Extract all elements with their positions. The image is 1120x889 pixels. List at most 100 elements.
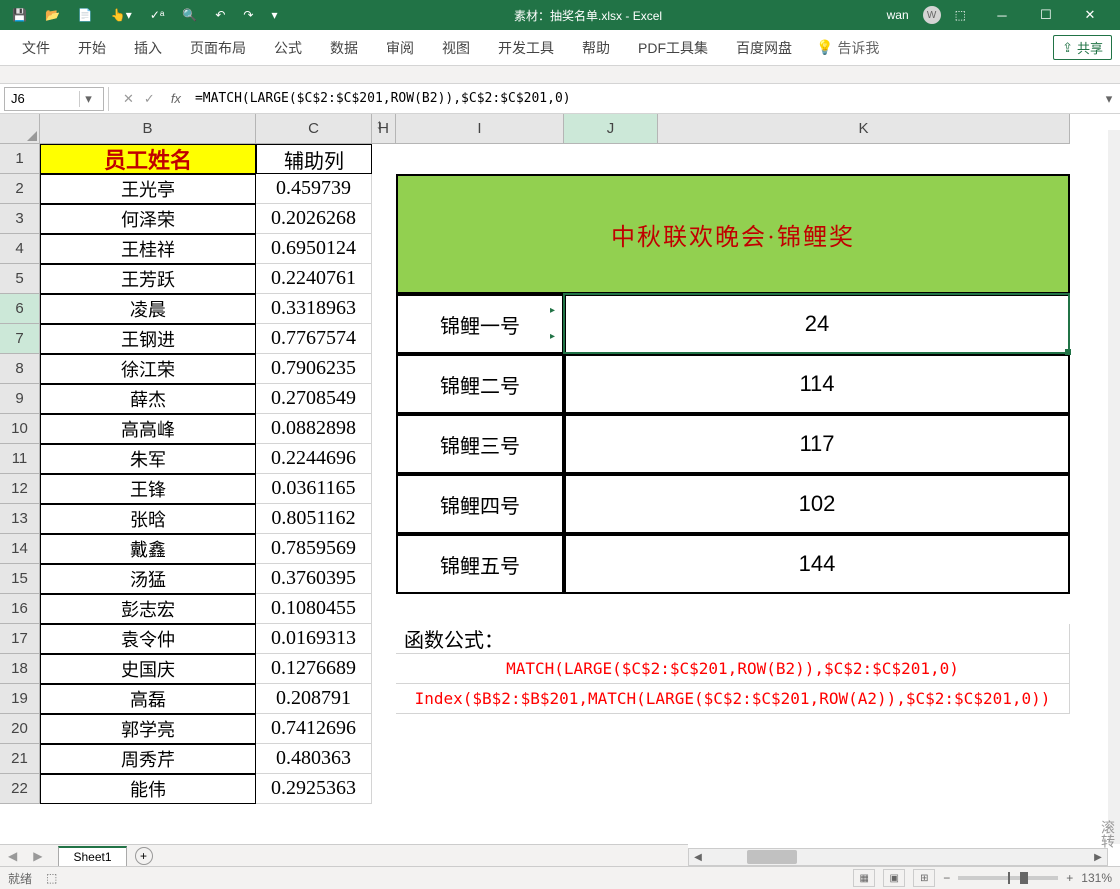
zoom-out-icon[interactable]: − [943,871,950,885]
header-employee-name[interactable]: 员工姓名 [40,144,256,174]
tab-view[interactable]: 视图 [428,30,484,65]
spreadsheet-grid[interactable]: BCHIJK 123456789101112131415161718192021… [0,114,1120,818]
cell-b6[interactable]: 凌晨 [40,294,256,324]
tab-data[interactable]: 数据 [316,30,372,65]
tab-insert[interactable]: 插入 [120,30,176,65]
tab-nav-next-icon[interactable]: ▶ [25,849,50,863]
prize-value-1[interactable]: 24 [564,294,1070,354]
minimize-button[interactable]: ─ [980,0,1024,30]
tab-developer[interactable]: 开发工具 [484,30,568,65]
cell-b13[interactable]: 张晗 [40,504,256,534]
zoom-in-icon[interactable]: + [1066,871,1073,885]
name-box[interactable]: J6 ▾ [4,87,104,111]
row-header-11[interactable]: 11 [0,444,40,474]
tab-home[interactable]: 开始 [64,30,120,65]
row-header-8[interactable]: 8 [0,354,40,384]
row-header-2[interactable]: 2 [0,174,40,204]
cell-c3[interactable]: 0.2026268 [256,204,372,234]
cell-c14[interactable]: 0.7859569 [256,534,372,564]
row-header-12[interactable]: 12 [0,474,40,504]
cell-b12[interactable]: 王锋 [40,474,256,504]
prize-label-5[interactable]: 锦鲤五号 [396,534,564,594]
row-header-21[interactable]: 21 [0,744,40,774]
col-header-C[interactable]: C [256,114,372,144]
spell-icon[interactable]: ✓ᵃ [150,8,165,22]
header-aux-column[interactable]: 辅助列 [256,144,372,174]
cell-b4[interactable]: 王桂祥 [40,234,256,264]
tab-page-layout[interactable]: 页面布局 [176,30,260,65]
tab-review[interactable]: 审阅 [372,30,428,65]
undo-icon[interactable]: ↶ [215,8,225,22]
col-header-K[interactable]: K [658,114,1070,144]
select-all-corner[interactable] [0,114,40,144]
row-header-22[interactable]: 22 [0,774,40,804]
cell-c6[interactable]: 0.3318963 [256,294,372,324]
cell-b2[interactable]: 王光亭 [40,174,256,204]
page-layout-view-icon[interactable]: ▣ [883,869,905,887]
cancel-formula-icon[interactable]: ✕ [123,91,134,107]
vertical-scrollbar[interactable] [1108,130,1120,844]
cell-b21[interactable]: 周秀芹 [40,744,256,774]
new-sheet-button[interactable]: + [135,847,153,865]
cell-b3[interactable]: 何泽荣 [40,204,256,234]
user-name[interactable]: wan [887,8,909,22]
new-icon[interactable]: 📄 [78,8,93,22]
row-header-15[interactable]: 15 [0,564,40,594]
row-header-4[interactable]: 4 [0,234,40,264]
row-header-7[interactable]: 7 [0,324,40,354]
cell-c15[interactable]: 0.3760395 [256,564,372,594]
scroll-thumb[interactable] [747,850,797,864]
col-header-B[interactable]: B [40,114,256,144]
cell-b17[interactable]: 袁令仲 [40,624,256,654]
cell-c18[interactable]: 0.1276689 [256,654,372,684]
prize-label-4[interactable]: 锦鲤四号 [396,474,564,534]
row-header-3[interactable]: 3 [0,204,40,234]
row-header-13[interactable]: 13 [0,504,40,534]
cell-c13[interactable]: 0.8051162 [256,504,372,534]
name-box-dropdown-icon[interactable]: ▾ [79,91,97,107]
scroll-right-icon[interactable]: ▶ [1089,852,1107,863]
formula-line-1[interactable]: MATCH(LARGE($C$2:$C$201,ROW(B2)),$C$2:$C… [396,654,1070,684]
save-icon[interactable]: 💾 [12,8,27,22]
tell-me[interactable]: 💡 告诉我 [806,38,889,58]
formula-section-header[interactable]: 函数公式： [396,624,1070,654]
cell-c22[interactable]: 0.2925363 [256,774,372,804]
row-header-9[interactable]: 9 [0,384,40,414]
redo-icon[interactable]: ↷ [243,8,253,22]
formula-expand-icon[interactable]: ▾ [1098,91,1120,107]
share-button[interactable]: ⇪ 共享 [1053,35,1112,60]
row-header-20[interactable]: 20 [0,714,40,744]
zoom-slider[interactable] [958,876,1058,880]
open-icon[interactable]: 📂 [45,8,60,22]
tab-file[interactable]: 文件 [8,30,64,65]
cell-c16[interactable]: 0.1080455 [256,594,372,624]
cell-b5[interactable]: 王芳跃 [40,264,256,294]
cell-c4[interactable]: 0.6950124 [256,234,372,264]
cell-b11[interactable]: 朱军 [40,444,256,474]
cell-c8[interactable]: 0.7906235 [256,354,372,384]
preview-icon[interactable]: 🔍 [182,8,197,22]
prize-value-4[interactable]: 102 [564,474,1070,534]
col-header-H[interactable]: H [372,114,396,144]
cell-c2[interactable]: 0.459739 [256,174,372,204]
row-header-6[interactable]: 6 [0,294,40,324]
ribbon-mode-icon[interactable]: ⬚ [955,8,966,22]
col-header-J[interactable]: J [564,114,658,144]
qat-dropdown-icon[interactable]: ▾ [271,8,277,22]
prize-label-3[interactable]: 锦鲤三号 [396,414,564,474]
prize-label-2[interactable]: 锦鲤二号 [396,354,564,414]
cell-c12[interactable]: 0.0361165 [256,474,372,504]
cell-b8[interactable]: 徐江荣 [40,354,256,384]
formula-input[interactable]: =MATCH(LARGE($C$2:$C$201,ROW(B2)),$C$2:$… [187,91,1098,106]
col-header-I[interactable]: I [396,114,564,144]
tab-nav-prev-icon[interactable]: ◀ [0,849,25,863]
cell-b20[interactable]: 郭学亮 [40,714,256,744]
cell-c20[interactable]: 0.7412696 [256,714,372,744]
row-header-10[interactable]: 10 [0,414,40,444]
row-header-17[interactable]: 17 [0,624,40,654]
cell-b10[interactable]: 高高峰 [40,414,256,444]
scroll-left-icon[interactable]: ◀ [689,852,707,863]
accept-formula-icon[interactable]: ✓ [144,91,155,107]
tab-baidu[interactable]: 百度网盘 [722,30,806,65]
prize-value-5[interactable]: 144 [564,534,1070,594]
